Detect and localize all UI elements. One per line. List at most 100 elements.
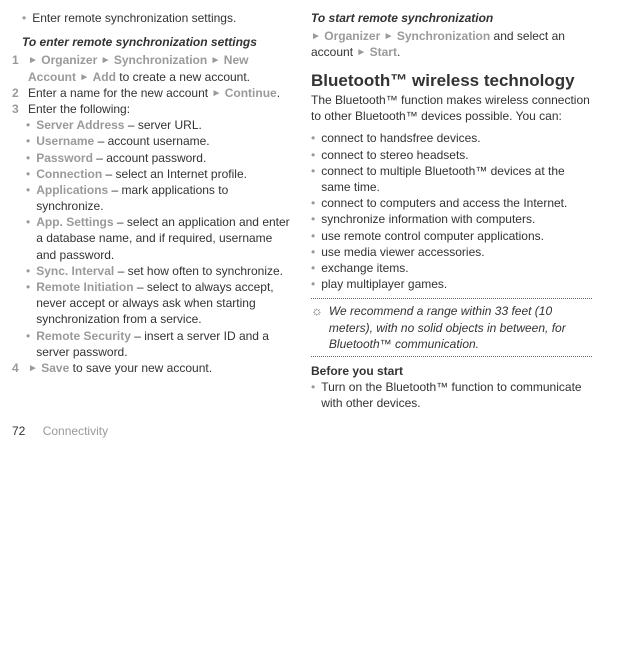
tip-icon: ☼ bbox=[311, 303, 323, 352]
setting-label: Server Address bbox=[36, 118, 124, 132]
setting-desc: – select an Internet profile. bbox=[102, 167, 247, 181]
step-number: 4 bbox=[12, 360, 24, 376]
nav-item: Synchronization bbox=[114, 53, 207, 67]
step-4: 4 ► Save to save your new account. bbox=[12, 360, 293, 376]
list-item: •Remote Security – insert a server ID an… bbox=[12, 328, 293, 360]
item-text: connect to computers and access the Inte… bbox=[321, 195, 567, 211]
bullet-icon: • bbox=[311, 244, 315, 260]
list-item: • use remote control computer application… bbox=[311, 228, 592, 244]
nav-item: Organizer bbox=[324, 29, 380, 43]
list-item: • Enter remote synchronization settings. bbox=[12, 10, 293, 26]
setting-desc: – account password. bbox=[93, 151, 206, 165]
step-number: 3 bbox=[12, 101, 24, 117]
bullet-icon: • bbox=[311, 276, 315, 292]
setting-desc: – server URL. bbox=[124, 118, 201, 132]
bullet-icon: • bbox=[311, 163, 315, 195]
step-1: 1 ► Organizer ► Synchronization ► New Ac… bbox=[12, 52, 293, 84]
list-item: •Applications – mark applications to syn… bbox=[12, 182, 293, 214]
list-item: • Sync. Interval – set how often to synch… bbox=[12, 263, 293, 279]
nav-item: Continue bbox=[225, 86, 277, 100]
setting-desc: – account username. bbox=[94, 134, 209, 148]
bullet-icon: • bbox=[311, 147, 315, 163]
page-footer: 72 Connectivity bbox=[12, 423, 592, 439]
setting-label: Sync. Interval bbox=[36, 264, 114, 278]
list-item: • use media viewer accessories. bbox=[311, 244, 592, 260]
item-text: use media viewer accessories. bbox=[321, 244, 484, 260]
item-text: connect to handsfree devices. bbox=[321, 130, 480, 146]
list-item: •connect to computers and access the Int… bbox=[311, 195, 592, 211]
arrow-icon: ► bbox=[211, 55, 221, 66]
setting-desc: – set how often to synchronize. bbox=[114, 264, 283, 278]
bullet-icon: • bbox=[26, 150, 30, 166]
bullet-icon: • bbox=[26, 214, 30, 263]
setting-label: Applications bbox=[36, 183, 108, 197]
arrow-icon: ► bbox=[79, 72, 89, 83]
left-column: • Enter remote synchronization settings.… bbox=[12, 10, 293, 411]
arrow-icon: ► bbox=[211, 88, 221, 99]
step-text: Enter the following: bbox=[28, 101, 130, 117]
bullet-icon: • bbox=[26, 279, 30, 328]
nav-item: Add bbox=[93, 70, 116, 84]
nav-item: Organizer bbox=[41, 53, 97, 67]
bullet-icon: • bbox=[311, 130, 315, 146]
item-text: connect to multiple Bluetooth™ devices a… bbox=[321, 163, 592, 195]
nav-item: Synchronization bbox=[397, 29, 490, 43]
intro-text: The Bluetooth™ function makes wireless c… bbox=[311, 92, 592, 124]
arrow-icon: ► bbox=[101, 55, 111, 66]
list-item: • play multiplayer games. bbox=[311, 276, 592, 292]
item-text: play multiplayer games. bbox=[321, 276, 447, 292]
list-item: • synchronize information with computers. bbox=[311, 211, 592, 227]
bullet-icon: • bbox=[311, 211, 315, 227]
bullet-icon: • bbox=[311, 379, 315, 411]
subsection-heading: To start remote synchronization bbox=[311, 10, 592, 26]
start-line: ► Organizer ► Synchronization and select… bbox=[311, 28, 592, 60]
step-tail: to save your new account. bbox=[73, 361, 212, 375]
list-item: •Remote Initiation – select to always ac… bbox=[12, 279, 293, 328]
item-text: synchronize information with computers. bbox=[321, 211, 535, 227]
list-item: •App. Settings – select an application a… bbox=[12, 214, 293, 263]
setting-label: Password bbox=[36, 151, 93, 165]
list-item: •Username – account username. bbox=[12, 133, 293, 149]
step-number: 1 bbox=[12, 52, 24, 84]
bullet-icon: • bbox=[26, 166, 30, 182]
step-text: Enter a name for the new account bbox=[28, 86, 211, 100]
setting-label: App. Settings bbox=[36, 215, 113, 229]
item-text: Turn on the Bluetooth™ function to commu… bbox=[321, 379, 592, 411]
arrow-icon: ► bbox=[384, 31, 394, 42]
item-text: Enter remote synchronization settings. bbox=[32, 10, 236, 26]
step-tail: to create a new account. bbox=[119, 70, 250, 84]
step-2: 2 Enter a name for the new account ► Con… bbox=[12, 85, 293, 101]
page-number: 72 bbox=[12, 424, 25, 438]
right-column: To start remote synchronization ► Organi… bbox=[311, 10, 592, 411]
tip-text: We recommend a range within 33 feet (10 … bbox=[329, 303, 592, 352]
list-item: • Turn on the Bluetooth™ function to com… bbox=[311, 379, 592, 411]
nav-item: Start bbox=[370, 45, 397, 59]
bullet-icon: • bbox=[26, 117, 30, 133]
bullet-icon: • bbox=[22, 10, 26, 26]
bullet-icon: • bbox=[26, 263, 30, 279]
bt-capability-list: •connect to handsfree devices.•connect t… bbox=[311, 130, 592, 292]
bullet-icon: • bbox=[26, 182, 30, 214]
setting-label: Username bbox=[36, 134, 94, 148]
item-text: connect to stereo headsets. bbox=[321, 147, 468, 163]
bullet-icon: • bbox=[311, 228, 315, 244]
list-item: •connect to multiple Bluetooth™ devices … bbox=[311, 163, 592, 195]
list-item: •exchange items. bbox=[311, 260, 592, 276]
arrow-icon: ► bbox=[28, 363, 38, 374]
setting-label: Connection bbox=[36, 167, 102, 181]
tip-box: ☼ We recommend a range within 33 feet (1… bbox=[311, 298, 592, 357]
item-text: exchange items. bbox=[321, 260, 408, 276]
footer-section: Connectivity bbox=[43, 424, 108, 438]
subsection-heading: Before you start bbox=[311, 363, 592, 379]
bullet-icon: • bbox=[26, 328, 30, 360]
list-item: • Server Address – server URL. bbox=[12, 117, 293, 133]
setting-label: Remote Initiation bbox=[36, 280, 133, 294]
item-text: use remote control computer applications… bbox=[321, 228, 544, 244]
settings-list: •Server Address – server URL.•Username –… bbox=[12, 117, 293, 360]
section-heading: Bluetooth™ wireless technology bbox=[311, 71, 592, 91]
step-number: 2 bbox=[12, 85, 24, 101]
step-3: 3 Enter the following: bbox=[12, 101, 293, 117]
list-item: • connect to handsfree devices. bbox=[311, 130, 592, 146]
arrow-icon: ► bbox=[311, 31, 321, 42]
arrow-icon: ► bbox=[28, 55, 38, 66]
